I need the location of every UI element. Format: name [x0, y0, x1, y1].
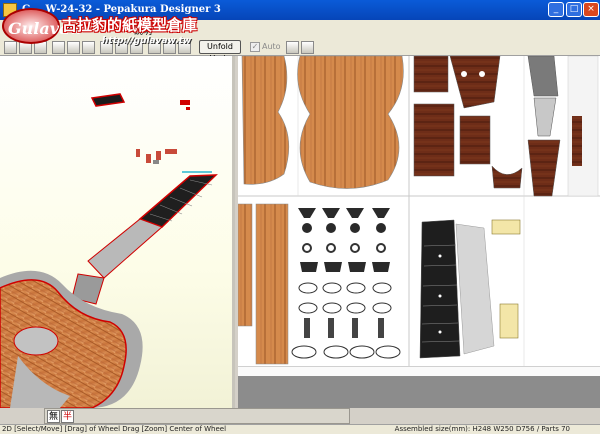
- neck-strip-part: [527, 139, 561, 197]
- body-back-left-half: [241, 56, 290, 185]
- rotate-part-icon[interactable]: [286, 41, 299, 54]
- neck-side-part: [413, 103, 455, 177]
- status-bar: 2D [Select/Move] [Drag] of Wheel Drag [Z…: [0, 424, 600, 434]
- neck-heel-part: [459, 115, 491, 165]
- auto-label: Auto: [262, 42, 281, 51]
- tuner-part-b: [146, 154, 151, 163]
- ime-toolbar: 無 半: [44, 408, 350, 424]
- tuner-part-e: [153, 160, 159, 164]
- ime-width-button[interactable]: 半: [61, 410, 74, 423]
- side-strip-left: [238, 203, 253, 327]
- close-button[interactable]: ×: [583, 2, 599, 17]
- 2d-pattern-panel[interactable]: [238, 56, 600, 408]
- tuner-part-d: [165, 149, 177, 154]
- headstock-part: [413, 56, 449, 93]
- logo-url-text: http://gulavaw.tw: [102, 36, 192, 46]
- gray-strip-part: [527, 56, 559, 97]
- logo-badge: Gulavaw: [2, 8, 83, 44]
- floating-part-c: [186, 107, 190, 110]
- 3d-model-render: [0, 93, 218, 408]
- neck-underside-part: [455, 223, 495, 355]
- fretboard: [138, 174, 218, 228]
- status-assembled-size: Assembled size(mm): H248 W250 D756 / Par…: [394, 425, 570, 433]
- watermark-logo: Gulavaw 古拉豹的紙模型倉庫 http://gulavaw.tw: [2, 2, 198, 50]
- saddle-part: [499, 303, 519, 339]
- ime-mode-button[interactable]: 無: [47, 410, 60, 423]
- logo-chinese-text: 古拉豹的紙模型倉庫: [62, 16, 198, 34]
- pattern-sheet: [238, 56, 600, 366]
- body-top-piece: [297, 56, 404, 189]
- sound-hole: [13, 326, 59, 356]
- auto-checkbox[interactable]: ✓: [250, 42, 260, 52]
- status-hint: 2D [Select/Move] [Drag] of Wheel Drag [Z…: [2, 425, 227, 433]
- tuner-part-c: [156, 151, 161, 160]
- side-strip-right: [255, 203, 289, 365]
- tuner-part-a: [136, 149, 140, 157]
- headstock-face: [449, 56, 501, 109]
- maximize-button[interactable]: □: [566, 2, 582, 17]
- bridge-part: [491, 219, 521, 235]
- floating-part-b: [180, 100, 190, 105]
- 3d-view-panel[interactable]: [0, 56, 235, 408]
- move-part-icon[interactable]: [301, 41, 314, 54]
- minimize-button[interactable]: _: [548, 2, 564, 17]
- tuner-parts-group: [298, 208, 390, 233]
- neck: [87, 218, 163, 279]
- fretboard-part: [419, 219, 461, 359]
- floating-part-a: [90, 93, 126, 107]
- pattern-render: [238, 56, 600, 366]
- sheet-edge: [238, 366, 600, 376]
- unfold-undo-button[interactable]: Unfold Undo: [199, 40, 241, 63]
